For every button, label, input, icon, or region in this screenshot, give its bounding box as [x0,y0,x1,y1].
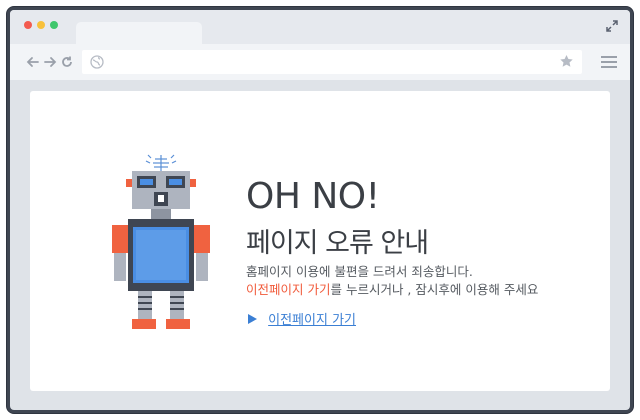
address-bar[interactable] [82,50,582,74]
forward-arrow-icon[interactable] [41,53,59,71]
back-link-row[interactable]: 이전페이지 가기 [246,309,356,328]
browser-tab[interactable] [76,22,202,44]
description-line-2: 를 누르시거나 , 잠시후에 이용해 주세요 [330,282,539,297]
maximize-window-button[interactable] [50,21,58,29]
menu-icon[interactable] [600,53,618,71]
globe-icon [90,55,104,69]
reload-icon[interactable] [58,53,76,71]
description-line-1: 홈페이지 이용에 불편을 드려서 죄송합니다. [246,264,473,279]
robot-illustration [112,154,210,329]
previous-page-link[interactable]: 이전페이지 가기 [268,313,356,328]
browser-window: OH NO! 페이지 오류 안내 홈페이지 이용에 불편을 드려서 죄송합니다.… [10,10,630,410]
error-subtitle: 페이지 오류 안내 [246,228,429,259]
error-title: OH NO! [246,176,380,217]
navigation-bar [10,44,630,80]
page-content: OH NO! 페이지 오류 안내 홈페이지 이용에 불편을 드려서 죄송합니다.… [30,91,610,391]
minimize-window-button[interactable] [37,21,45,29]
play-triangle-icon [248,314,257,324]
antenna-icon [145,154,177,171]
description-inline-back-link[interactable]: 이전페이지 가기 [246,282,330,297]
error-description: 홈페이지 이용에 불편을 드려서 죄송합니다. 이전페이지 가기를 누르시거나 … [246,263,538,299]
expand-icon[interactable] [606,20,618,32]
title-bar [10,10,630,44]
star-icon[interactable] [559,54,574,69]
close-window-button[interactable] [24,21,32,29]
back-arrow-icon[interactable] [24,53,42,71]
